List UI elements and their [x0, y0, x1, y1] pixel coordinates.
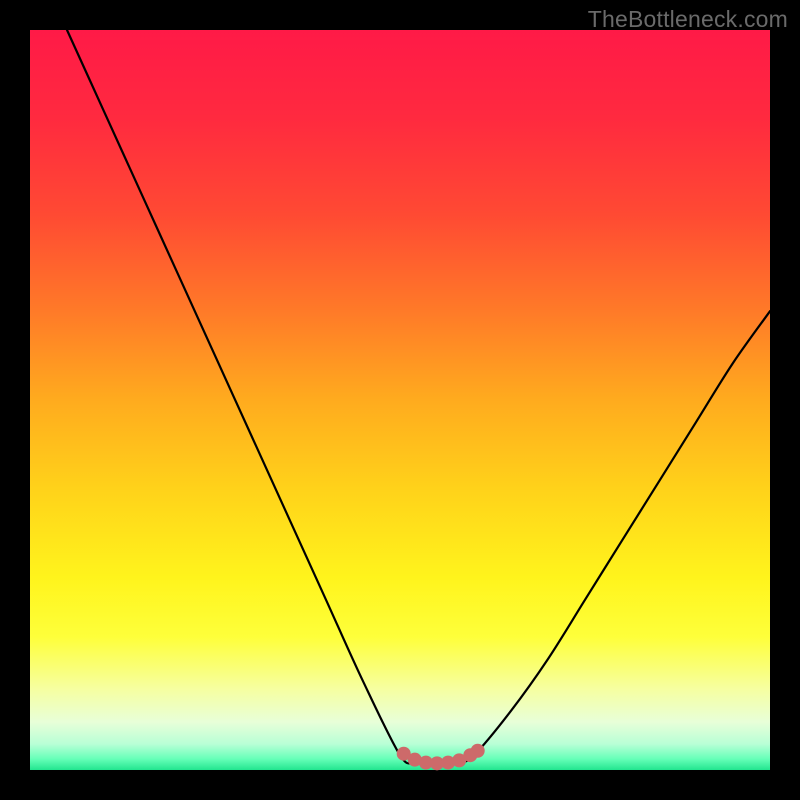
chart-svg — [30, 30, 770, 770]
bottleneck-curve — [67, 30, 770, 764]
marker-dot — [471, 744, 485, 758]
chart-frame: TheBottleneck.com — [0, 0, 800, 800]
bottom-markers — [397, 744, 485, 771]
watermark-text: TheBottleneck.com — [588, 6, 788, 33]
